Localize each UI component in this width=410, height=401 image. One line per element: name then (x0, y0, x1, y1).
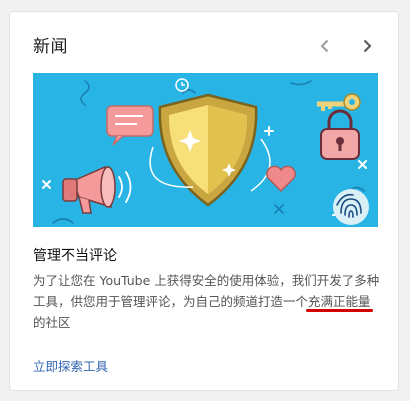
orbit-line (250, 138, 271, 192)
heart-icon (266, 165, 296, 193)
news-card: 新闻 管理不当评论 为了让您在 YouTube 上获得安全的使用体验，我们开发了… (9, 11, 399, 391)
chevron-right-icon (363, 39, 372, 53)
chat-bubble-icon (106, 105, 154, 146)
megaphone-icon (62, 165, 132, 214)
article-description-text-end: 的社区 (33, 315, 71, 330)
next-news-button[interactable] (355, 34, 379, 58)
news-card-header: 新闻 (10, 12, 398, 70)
news-card-title: 新闻 (33, 37, 68, 57)
previous-news-button[interactable] (313, 34, 337, 58)
fingerprint-icon (333, 189, 369, 225)
news-banner-illustration[interactable] (33, 73, 378, 227)
explore-tools-link[interactable]: 立即探索工具 (33, 356, 108, 375)
banner-artwork (42, 78, 369, 225)
padlock-icon (320, 109, 360, 160)
chevron-left-icon (320, 39, 329, 53)
key-icon (317, 93, 361, 111)
shield-icon (158, 93, 258, 207)
article-description: 为了让您在 YouTube 上获得安全的使用体验，我们开发了多种工具，供您用于管… (33, 270, 383, 333)
article-title: 管理不当评论 (33, 248, 117, 264)
highlighted-phrase: 充满正能量 (308, 294, 371, 309)
clock-icon (175, 78, 189, 92)
